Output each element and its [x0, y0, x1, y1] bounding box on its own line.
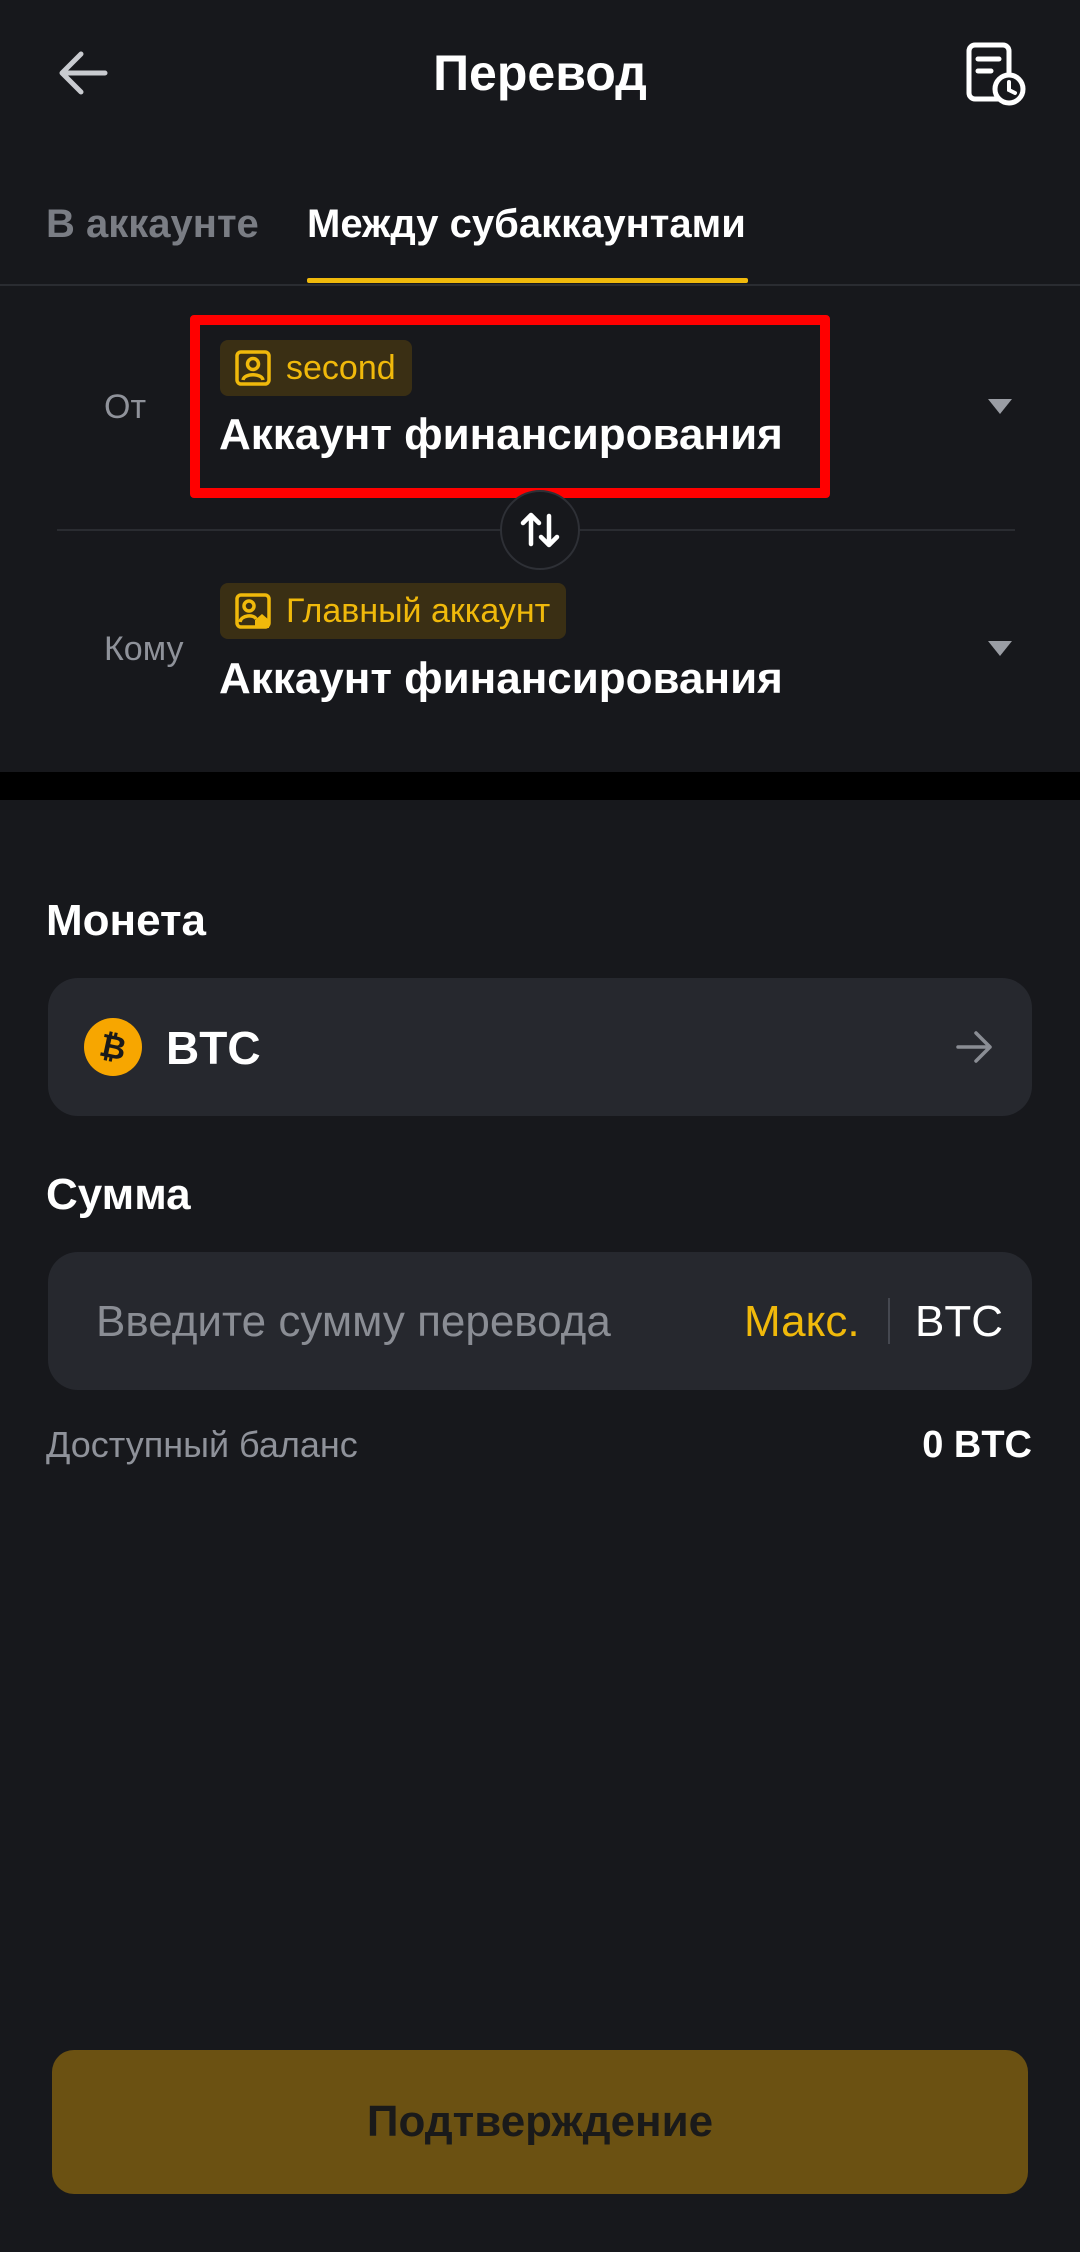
history-document-clock-icon: [966, 42, 1026, 106]
coin-section-title: Монета: [46, 896, 207, 945]
confirm-button[interactable]: Подтверждение: [52, 2050, 1028, 2194]
bitcoin-icon: ₿: [84, 1018, 142, 1076]
to-badge-text: Главный аккаунт: [286, 591, 551, 630]
amount-field: Введите сумму перевода Макс. BTC: [48, 1252, 1032, 1390]
from-dropdown-icon[interactable]: [985, 392, 1015, 422]
active-tab-indicator: [307, 278, 748, 283]
coin-name: BTC: [166, 1022, 261, 1074]
available-balance-value: 0 BTC: [922, 1424, 1032, 1466]
swap-arrows-icon: [520, 512, 560, 548]
amount-section-title: Сумма: [46, 1170, 191, 1219]
confirm-button-label: Подтверждение: [366, 2097, 714, 2146]
page-title: Перевод: [433, 45, 647, 101]
arrow-right-icon: [956, 1031, 992, 1063]
transfer-card: От second Аккаунт финансирования Кому Гл…: [0, 288, 1080, 772]
to-account-name[interactable]: Аккаунт финансирования: [219, 654, 783, 704]
amount-input[interactable]: Введите сумму перевода: [96, 1294, 611, 1350]
from-label: От: [104, 388, 147, 426]
tab-in-account[interactable]: В аккаунте: [46, 192, 259, 256]
unit-divider: [888, 1298, 890, 1344]
coin-selector[interactable]: ₿ BTC: [48, 978, 1032, 1116]
header: Перевод: [0, 0, 1080, 150]
to-label: Кому: [104, 630, 184, 668]
to-dropdown-icon[interactable]: [985, 634, 1015, 664]
tab-bar: В аккаунте Между субаккаунтами: [0, 180, 1080, 286]
available-balance-label: Доступный баланс: [46, 1424, 358, 1465]
main-account-icon: [234, 592, 272, 630]
history-button[interactable]: [960, 38, 1032, 110]
to-subaccount-badge: Главный аккаунт: [220, 583, 567, 639]
amount-unit: BTC: [915, 1297, 1003, 1346]
swap-button[interactable]: [500, 490, 580, 570]
max-button[interactable]: Макс.: [744, 1294, 860, 1350]
transfer-screen: Перевод В аккаунте Между субаккаунтами О…: [0, 0, 1080, 2252]
section-separator: [0, 772, 1080, 800]
from-highlight-box: [190, 315, 830, 498]
tab-between-subaccounts[interactable]: Между субаккаунтами: [307, 192, 746, 256]
